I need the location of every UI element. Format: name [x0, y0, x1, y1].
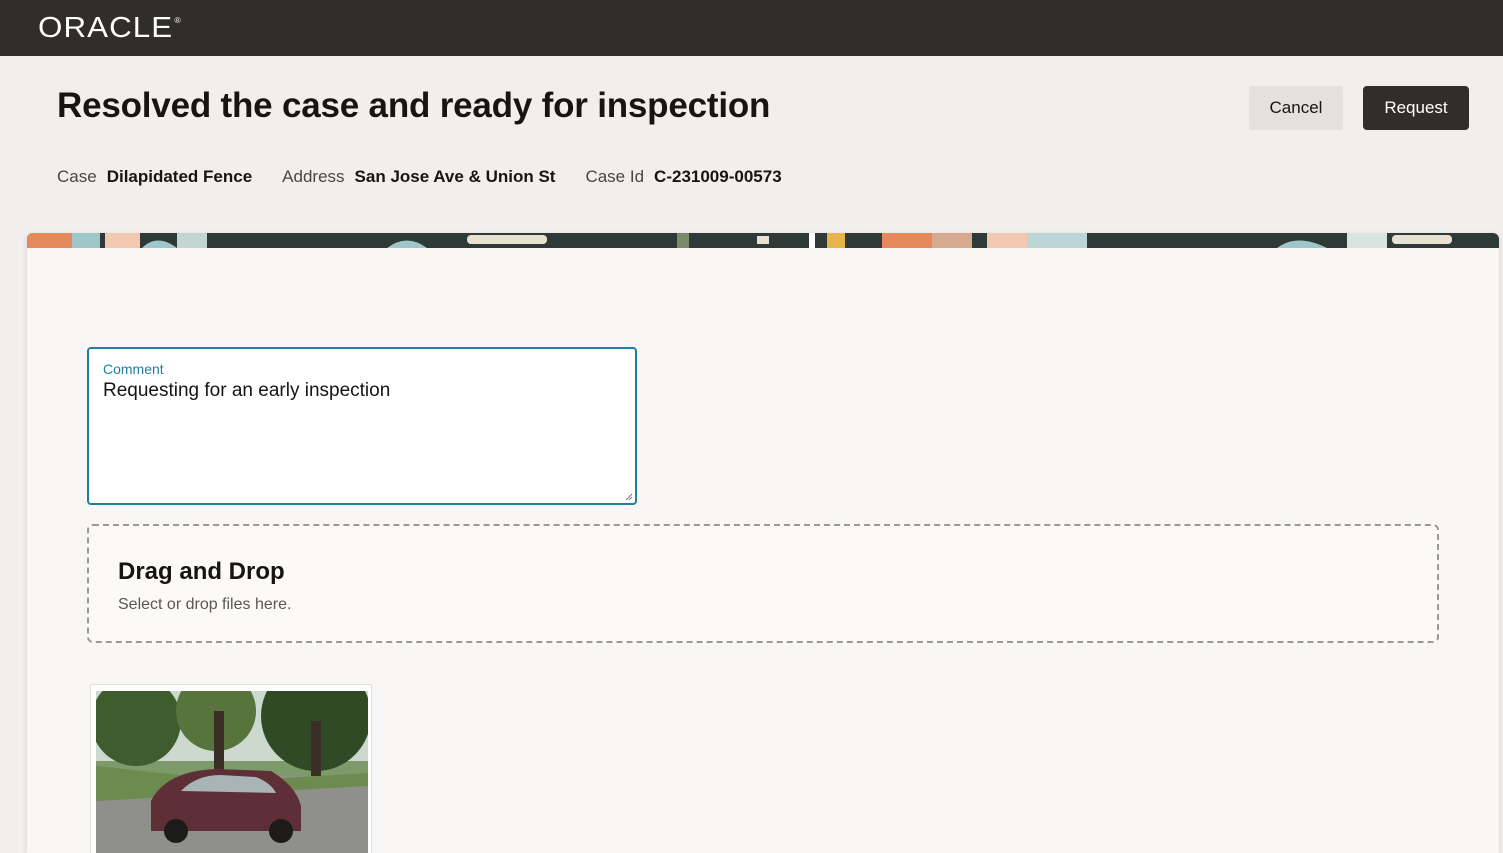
address-label: Address — [282, 167, 345, 186]
case-id-label: Case Id — [585, 167, 645, 186]
request-form-card: Comment Requesting for an early inspecti… — [27, 233, 1499, 853]
dropzone-title: Drag and Drop — [118, 558, 285, 585]
case-id-value: C-231009-00573 — [654, 167, 782, 186]
file-dropzone[interactable]: Drag and Drop Select or drop files here. — [87, 524, 1439, 643]
comment-field[interactable]: Comment Requesting for an early inspecti… — [87, 347, 637, 505]
decorative-banner — [27, 233, 1499, 248]
comment-label: Comment — [103, 361, 164, 377]
resize-handle-icon[interactable] — [625, 493, 633, 501]
dropzone-subtitle: Select or drop files here. — [118, 596, 292, 613]
cancel-button[interactable]: Cancel — [1249, 86, 1343, 130]
page-title: Resolved the case and ready for inspecti… — [57, 86, 771, 125]
case-summary: Case Dilapidated Fence Address San Jose … — [57, 167, 812, 187]
logo-text: ORACLE — [38, 12, 174, 44]
case-label: Case — [57, 167, 97, 186]
oracle-logo[interactable]: ORACLE® — [38, 12, 182, 45]
comment-textarea[interactable]: Requesting for an early inspection — [103, 380, 623, 490]
attachment-thumbnail[interactable] — [90, 684, 372, 853]
car-photo-image — [96, 691, 368, 853]
registered-mark: ® — [174, 16, 182, 25]
top-navigation-bar: ORACLE® — [0, 0, 1503, 56]
address-value: San Jose Ave & Union St — [354, 167, 556, 186]
case-value: Dilapidated Fence — [106, 167, 253, 186]
request-button[interactable]: Request — [1363, 86, 1469, 130]
